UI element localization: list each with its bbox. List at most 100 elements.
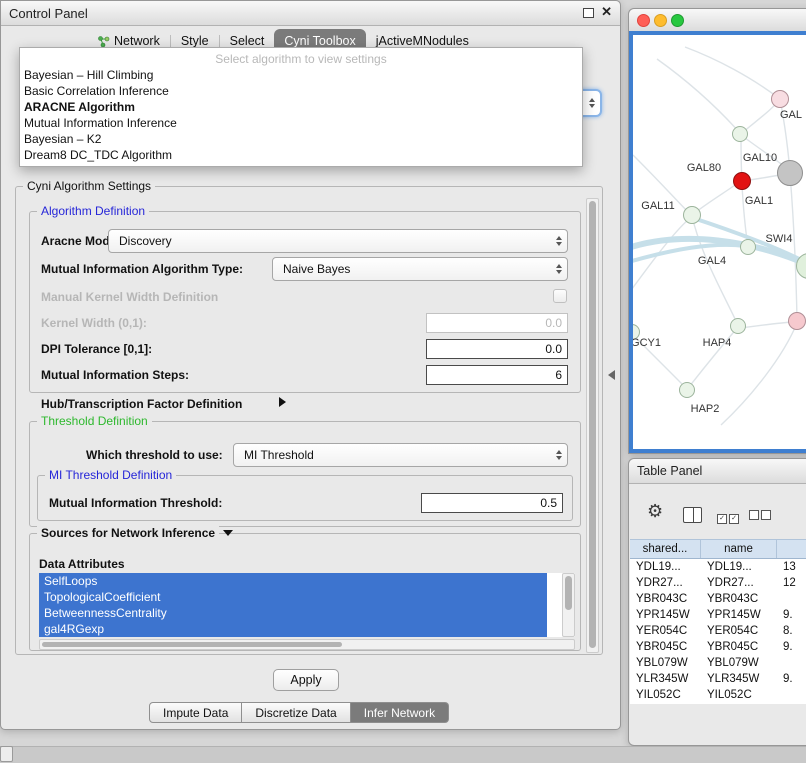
tab-impute-data[interactable]: Impute Data	[149, 702, 242, 723]
mi-algorithm-type-combobox[interactable]: Naive Bayes	[272, 257, 568, 281]
network-node[interactable]	[683, 206, 701, 224]
gear-icon: ⚙	[647, 501, 663, 521]
kernel-width-label: Kernel Width (0,1):	[41, 316, 147, 330]
column-header[interactable]: name	[701, 540, 777, 558]
network-node-selected-red[interactable]	[733, 172, 751, 190]
manual-kernel-width-checkbox[interactable]	[553, 289, 567, 303]
node-label: GAL1	[745, 195, 773, 207]
table-cell: YDR27...	[701, 577, 777, 589]
network-node[interactable]	[730, 318, 746, 334]
data-attributes-list[interactable]: SelfLoops TopologicalCoefficient Between…	[39, 573, 575, 637]
sources-group-title[interactable]: Sources for Network Inference	[37, 526, 219, 540]
table-cell: YBR045C	[630, 641, 701, 653]
close-window-icon[interactable]	[637, 14, 650, 27]
network-node-gray[interactable]	[777, 160, 803, 186]
hub-expand-arrow-icon[interactable]	[279, 397, 286, 407]
tab-discretize-data[interactable]: Discretize Data	[242, 702, 350, 723]
network-canvas[interactable]: GAL80 GAL10 GAL11 GAL1 SWI4 GAL4 GCY1 HA…	[629, 31, 806, 453]
table-row[interactable]: YDL19... YDL19... 13	[630, 559, 806, 575]
table-row[interactable]: YBL079W YBL079W	[630, 655, 806, 671]
table-cell: 9.	[777, 673, 806, 685]
float-panel-button[interactable]	[583, 8, 594, 18]
tab-style-label: Style	[181, 34, 209, 48]
network-window-titlebar[interactable]	[629, 9, 806, 32]
dpi-tolerance-label: DPI Tolerance [0,1]:	[41, 342, 152, 356]
list-item[interactable]: gal4RGexp	[39, 621, 547, 637]
minimize-window-icon[interactable]	[654, 14, 667, 27]
kernel-width-field[interactable]: 0.0	[426, 313, 568, 333]
table-row[interactable]: YBR043C YBR043C	[630, 591, 806, 607]
list-item[interactable]: TopologicalCoefficient	[39, 589, 547, 605]
zoom-window-icon[interactable]	[671, 14, 684, 27]
control-panel-titlebar[interactable]: Control Panel ✕	[1, 1, 620, 26]
table-row[interactable]: YIL052C YIL052C	[630, 687, 806, 703]
table-panel-titlebar[interactable]: Table Panel	[629, 459, 806, 484]
mi-threshold-field[interactable]: 0.5	[421, 493, 563, 513]
table-cell: YDR27...	[630, 577, 701, 589]
apply-button[interactable]: Apply	[273, 669, 339, 691]
table-settings-button[interactable]: ⚙	[647, 501, 663, 522]
tab-infer-network[interactable]: Infer Network	[351, 702, 449, 723]
float-window-icon	[583, 8, 594, 18]
table-cell: YER054C	[630, 625, 701, 637]
table-row[interactable]: YLR345W YLR345W 9.	[630, 671, 806, 687]
hub-section-label[interactable]: Hub/Transcription Factor Definition	[41, 397, 242, 411]
network-node[interactable]	[771, 90, 789, 108]
settings-vertical-scrollbar[interactable]	[586, 198, 599, 653]
close-icon: ✕	[601, 4, 612, 19]
menu-item[interactable]: Mutual Information Inference	[20, 115, 582, 131]
select-columns-button[interactable]	[683, 507, 702, 523]
scrollbar-thumb[interactable]	[42, 642, 342, 647]
column-header[interactable]	[777, 540, 806, 558]
menu-item[interactable]: Basic Correlation Inference	[20, 83, 582, 99]
node-label: GAL	[780, 109, 802, 121]
dpi-tolerance-field[interactable]: 0.0	[426, 339, 568, 359]
table-cell: YER054C	[701, 625, 777, 637]
list-item[interactable]: SelfLoops	[39, 573, 547, 589]
table-panel-title: Table Panel	[629, 464, 702, 478]
mi-steps-field[interactable]: 6	[426, 365, 568, 385]
scrollbar-thumb[interactable]	[565, 576, 572, 610]
mi-algorithm-type-label: Mutual Information Algorithm Type:	[41, 262, 243, 276]
menu-item[interactable]: Bayesian – K2	[20, 131, 582, 147]
aracne-mode-combobox[interactable]: Discovery	[108, 229, 568, 253]
sources-collapse-arrow-icon[interactable]	[223, 530, 233, 536]
list-vertical-scrollbar[interactable]	[562, 573, 575, 637]
close-panel-button[interactable]: ✕	[601, 5, 612, 19]
menu-item[interactable]: Dream8 DC_TDC Algorithm	[20, 147, 582, 163]
network-view-window: GAL80 GAL10 GAL11 GAL1 SWI4 GAL4 GCY1 HA…	[628, 8, 806, 454]
which-threshold-combobox[interactable]: MI Threshold	[233, 443, 568, 467]
tab-impute-data-label: Impute Data	[163, 706, 228, 720]
column-header[interactable]: shared...	[630, 540, 701, 558]
table-cell: YBR045C	[701, 641, 777, 653]
deselect-all-rows-button[interactable]	[749, 509, 773, 523]
scrollbar-thumb[interactable]	[589, 201, 596, 648]
threshold-definition-title: Threshold Definition	[37, 414, 152, 428]
tab-jactivemnodules-label: jActiveMNodules	[376, 34, 469, 48]
tab-infer-network-label: Infer Network	[364, 706, 435, 720]
control-panel-window: Control Panel ✕ Network Style Select Cyn…	[0, 0, 621, 730]
list-horizontal-scrollbar[interactable]	[39, 639, 575, 650]
table-cell: 9.	[777, 609, 806, 621]
network-node[interactable]	[679, 382, 695, 398]
table-row[interactable]: YPR145W YPR145W 9.	[630, 607, 806, 623]
list-item[interactable]: BetweennessCentrality	[39, 605, 547, 621]
table-row[interactable]: YDR27... YDR27... 12	[630, 575, 806, 591]
node-label: GAL4	[698, 255, 726, 267]
select-all-rows-button[interactable]: ✓✓	[717, 509, 741, 524]
panel-collapse-arrow-icon[interactable]	[608, 370, 615, 380]
network-node[interactable]	[788, 312, 806, 330]
table-row[interactable]: YBR045C YBR045C 9.	[630, 639, 806, 655]
table-cell: YLR345W	[630, 673, 701, 685]
tab-cyni-toolbox-label: Cyni Toolbox	[284, 34, 355, 48]
menu-item-selected[interactable]: ARACNE Algorithm	[20, 99, 582, 115]
combo-arrows-icon	[556, 450, 562, 460]
node-label: GAL11	[641, 200, 674, 212]
network-node[interactable]	[732, 126, 748, 142]
network-node[interactable]	[740, 239, 756, 255]
menu-item[interactable]: Bayesian – Hill Climbing	[20, 67, 582, 83]
tab-network-label: Network	[114, 34, 160, 48]
minimized-panel-button[interactable]	[0, 746, 13, 762]
mi-steps-label: Mutual Information Steps:	[41, 368, 189, 382]
table-row[interactable]: YER054C YER054C 8.	[630, 623, 806, 639]
